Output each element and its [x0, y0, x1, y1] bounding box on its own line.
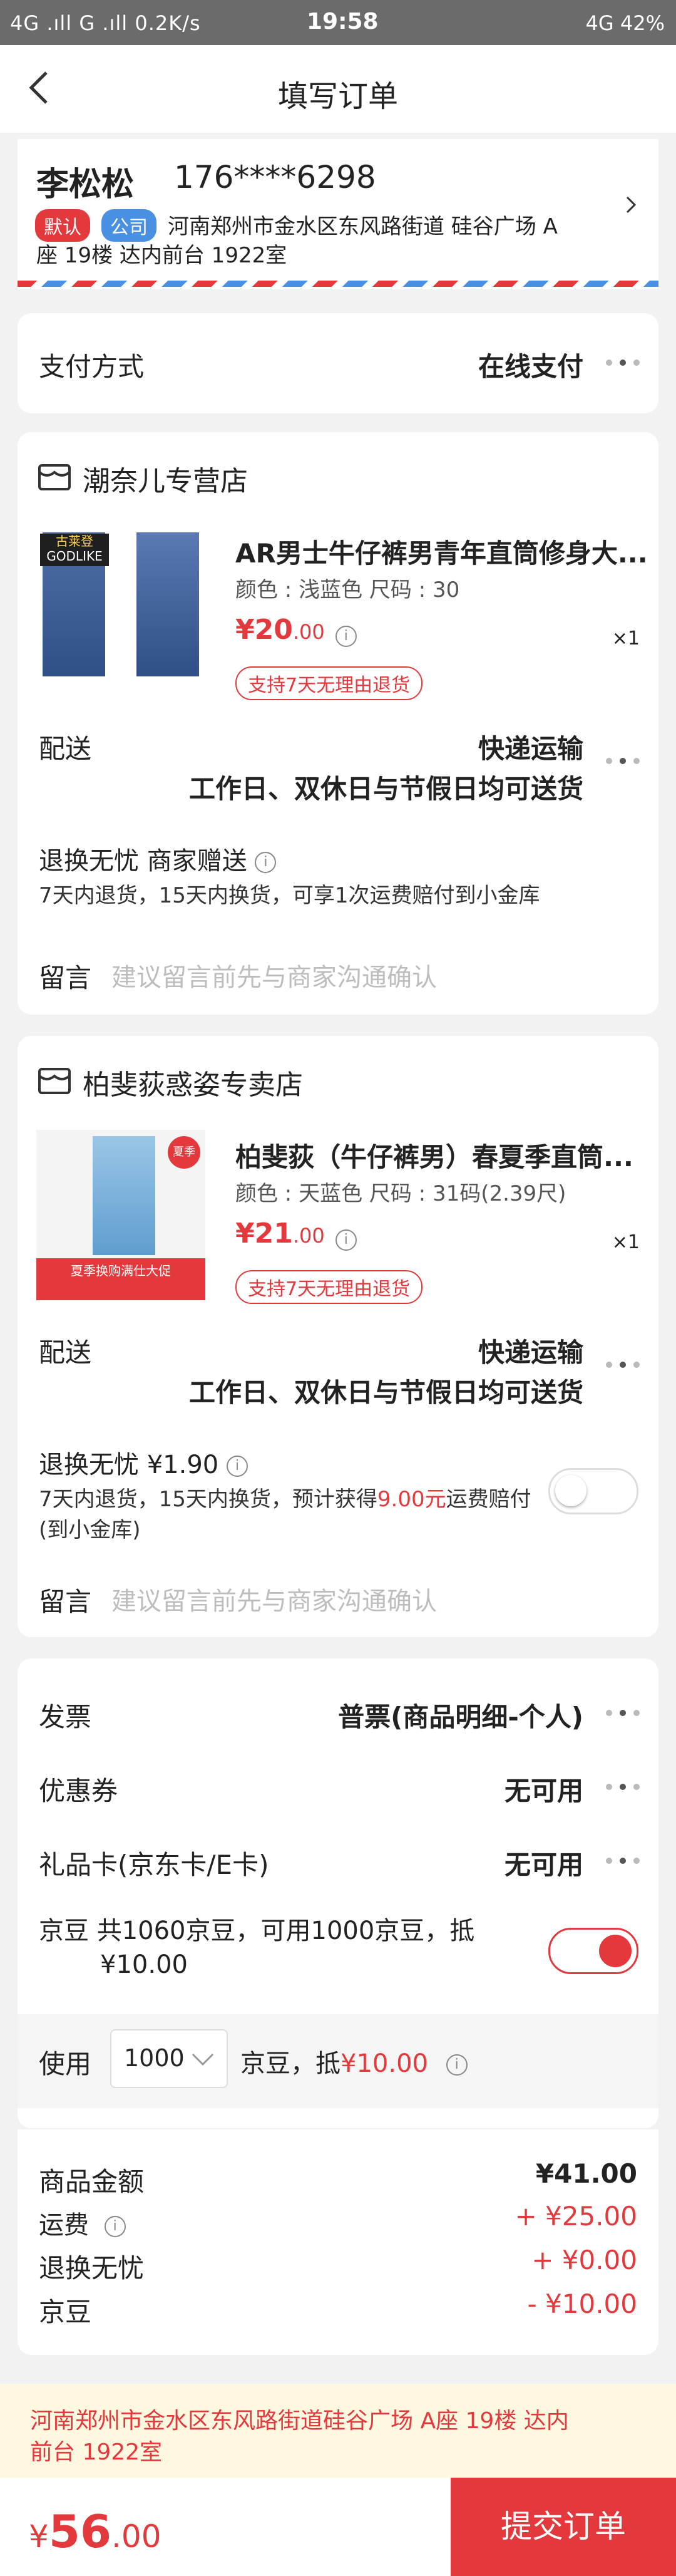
shipping-address-bar: 河南郑州市金水区东风路街道硅谷广场 A座 19楼 达内 前台 1922室 — [0, 2384, 676, 2478]
freight-value: + ¥25.00 — [515, 2201, 637, 2232]
use-label: 使用 — [39, 2049, 92, 2079]
delivery-label: 配送 — [39, 733, 92, 764]
warranty-toggle[interactable] — [548, 1468, 638, 1514]
store-name[interactable]: 潮奈儿专营店 — [83, 458, 248, 499]
return-tag: 支持7天无理由退货 — [235, 666, 423, 700]
nav-bar: 填写订单 — [0, 45, 676, 133]
message-label: 留言 — [39, 1586, 92, 1617]
chevron-right-icon — [626, 196, 637, 214]
message-label: 留言 — [39, 963, 92, 993]
delivery-value[interactable]: 快递运输 — [478, 728, 583, 766]
jingdou-amount-select[interactable]: 1000 — [110, 2029, 228, 2088]
product-thumbnail[interactable]: 夏季 夏季换购满仕大促 — [36, 1130, 205, 1300]
product-attrs: 颜色 : 天蓝色 尺码 : 31码(2.39尺) — [235, 1181, 566, 1206]
thumb-badge: 夏季 — [168, 1136, 200, 1169]
info-icon[interactable]: i — [335, 625, 357, 647]
info-icon[interactable]: i — [446, 2054, 468, 2076]
more-icon — [606, 1710, 643, 1717]
address-line-2: 座 19楼 达内前台 1922室 — [36, 243, 287, 268]
options-card: 发票 普票(商品明细-个人) 优惠券 无可用 礼品卡(京东卡/E卡) 无可用 京… — [18, 1658, 658, 2128]
warranty-fee-value: + ¥0.00 — [531, 2245, 637, 2275]
goods-value: ¥41.00 — [535, 2158, 637, 2189]
status-signal: 4G .ıll G .ıll 0.2K/s — [10, 11, 201, 35]
payment-card[interactable]: 支付方式 在线支付 — [18, 313, 658, 413]
more-icon — [606, 1858, 643, 1865]
brand-label: 古莱登 GODLIKE — [40, 534, 109, 566]
message-input[interactable]: 建议留言前先与商家沟通确认 — [111, 957, 437, 993]
warranty-desc: 7天内退货，15天内换货，预计获得9.00元运费赔付 (到小金库) — [39, 1487, 531, 1543]
invoice-value[interactable]: 普票(商品明细-个人) — [338, 1696, 583, 1734]
warranty-title: 退换无忧 商家赠送 i — [39, 841, 277, 877]
product-price: ¥21.00 i — [235, 1218, 357, 1251]
status-battery: 4G 42% — [585, 11, 665, 35]
message-input[interactable]: 建议留言前先与商家沟通确认 — [111, 1581, 437, 1617]
status-time: 19:58 — [307, 9, 379, 34]
address-card[interactable]: 李松松 176****6298 默认 公司 河南郑州市金水区东风路街道 硅谷广场… — [18, 139, 658, 289]
more-icon — [606, 1784, 643, 1791]
store-card-2: 柏斐荻惑姿专卖店 夏季 夏季换购满仕大促 柏斐荻（牛仔裤男）春夏季直筒... 颜… — [18, 1036, 658, 1637]
submit-order-button[interactable]: 提交订单 — [451, 2478, 676, 2576]
freight-label: 运费 i — [39, 2205, 126, 2241]
product-attrs: 颜色 : 浅蓝色 尺码 : 30 — [235, 577, 460, 603]
jingdou-toggle[interactable] — [548, 1928, 638, 1974]
delivery-value[interactable]: 快递运输 — [478, 1332, 583, 1370]
product-qty: ×1 — [612, 628, 640, 649]
store-icon — [38, 464, 71, 490]
invoice-label: 发票 — [39, 1702, 92, 1732]
thumb-banner: 夏季换购满仕大促 — [36, 1258, 205, 1300]
delivery-desc: 工作日、双休日与节假日均可送货 — [188, 1377, 583, 1408]
chevron-down-icon — [192, 2053, 214, 2066]
more-icon — [606, 360, 643, 367]
use-suffix: 京豆，抵¥10.00 i — [240, 2043, 468, 2079]
badge-default: 默认 — [35, 209, 90, 242]
status-bar: 4G .ıll G .ıll 0.2K/s 19:58 4G 42% — [0, 0, 676, 45]
warranty-fee-label: 退换无忧 — [39, 2253, 145, 2284]
payment-value: 在线支付 — [478, 351, 583, 382]
jingdou-deduct-value: - ¥10.00 — [527, 2289, 637, 2319]
store-icon — [38, 1068, 71, 1094]
info-icon[interactable]: i — [104, 2216, 126, 2237]
product-title[interactable]: AR男士牛仔裤男青年直筒修身大... — [235, 532, 648, 571]
page-title: 填写订单 — [277, 79, 398, 114]
jingdou-text: 京豆 共1060京豆，可用1000京豆，抵 ¥10.00 — [39, 1916, 475, 1979]
badge-company: 公司 — [101, 209, 156, 242]
store-card-1: 潮奈儿专营店 古莱登 GODLIKE AR男士牛仔裤男青年直筒修身大... 颜色… — [18, 432, 658, 1015]
info-icon[interactable]: i — [335, 1229, 357, 1251]
delivery-desc: 工作日、双休日与节假日均可送货 — [188, 773, 583, 804]
product-price: ¥20.00 i — [235, 614, 357, 647]
store-name[interactable]: 柏斐荻惑姿专卖店 — [83, 1062, 303, 1102]
product-thumbnail[interactable]: 古莱登 GODLIKE — [36, 526, 205, 683]
giftcard-value[interactable]: 无可用 — [504, 1844, 583, 1882]
summary-card: 商品金额 ¥41.00 运费 i + ¥25.00 退换无忧 + ¥0.00 京… — [18, 2129, 658, 2355]
info-icon[interactable]: i — [255, 852, 277, 873]
delivery-label: 配送 — [39, 1337, 92, 1368]
warranty-desc: 7天内退货，15天内换货，可享1次运费赔付到小金库 — [39, 883, 540, 908]
total-price: ¥56.00 — [29, 2505, 161, 2558]
more-icon — [606, 1362, 643, 1369]
receiver-phone: 176****6298 — [174, 159, 376, 195]
goods-label: 商品金额 — [39, 2166, 145, 2197]
more-icon — [606, 758, 643, 765]
product-title[interactable]: 柏斐荻（牛仔裤男）春夏季直筒... — [235, 1136, 648, 1174]
product-qty: ×1 — [612, 1231, 640, 1253]
coupon-value[interactable]: 无可用 — [504, 1770, 583, 1808]
payment-label: 支付方式 — [39, 351, 145, 382]
bottom-bar: ¥56.00 提交订单 — [0, 2478, 676, 2576]
return-tag: 支持7天无理由退货 — [235, 1270, 423, 1304]
warranty-title: 退换无忧 ¥1.90 i — [39, 1444, 248, 1481]
coupon-label: 优惠券 — [39, 1776, 118, 1806]
jingdou-deduct-label: 京豆 — [39, 2297, 92, 2327]
address-line-1: 河南郑州市金水区东风路街道 硅谷广场 A — [168, 214, 558, 239]
info-icon[interactable]: i — [226, 1456, 248, 1477]
receiver-name: 李松松 — [36, 166, 135, 204]
giftcard-label: 礼品卡(京东卡/E卡) — [39, 1849, 269, 1880]
airmail-stripe — [18, 281, 658, 287]
